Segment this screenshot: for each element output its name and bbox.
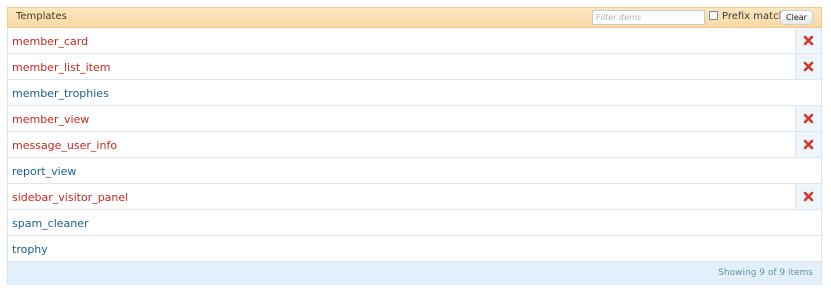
prefix-match-checkbox[interactable]	[709, 11, 718, 20]
template-link[interactable]: spam_cleaner	[12, 217, 89, 230]
delete-cell	[795, 106, 821, 131]
delete-cell	[795, 184, 821, 209]
item-count-status: Showing 9 of 9 items	[718, 268, 813, 278]
template-row: member_list_item	[8, 54, 821, 80]
template-link[interactable]: member_list_item	[12, 61, 110, 74]
panel-header: Templates Prefix match Clear	[7, 7, 822, 28]
template-link[interactable]: report_view	[12, 165, 76, 178]
panel-title: Templates	[16, 11, 67, 22]
delete-x-icon[interactable]	[803, 35, 814, 46]
template-link[interactable]: sidebar_visitor_panel	[12, 191, 128, 204]
delete-x-icon[interactable]	[803, 113, 814, 124]
template-row: report_view	[8, 158, 821, 184]
list-footer: Showing 9 of 9 items	[8, 262, 821, 285]
delete-cell	[795, 28, 821, 53]
template-row: sidebar_visitor_panel	[8, 184, 821, 210]
template-row: member_card	[8, 28, 821, 54]
delete-x-icon[interactable]	[803, 191, 814, 202]
template-link[interactable]: message_user_info	[12, 139, 117, 152]
template-row: message_user_info	[8, 132, 821, 158]
delete-cell	[795, 54, 821, 79]
filter-input[interactable]	[592, 10, 705, 25]
template-link[interactable]: member_trophies	[12, 87, 109, 100]
clear-button[interactable]: Clear	[780, 10, 813, 25]
template-row: trophy	[8, 236, 821, 262]
prefix-match-label: Prefix match	[722, 11, 785, 22]
template-link[interactable]: member_view	[12, 113, 89, 126]
template-row: member_trophies	[8, 80, 821, 106]
template-link[interactable]: member_card	[12, 35, 88, 48]
template-link[interactable]: trophy	[12, 243, 48, 256]
delete-cell	[795, 132, 821, 157]
template-list: member_card member_list_item member_trophi…	[8, 28, 821, 262]
delete-x-icon[interactable]	[803, 139, 814, 150]
delete-x-icon[interactable]	[803, 61, 814, 72]
templates-panel: Templates Prefix match Clear member_card…	[7, 7, 822, 285]
template-row: member_view	[8, 106, 821, 132]
template-row: spam_cleaner	[8, 210, 821, 236]
